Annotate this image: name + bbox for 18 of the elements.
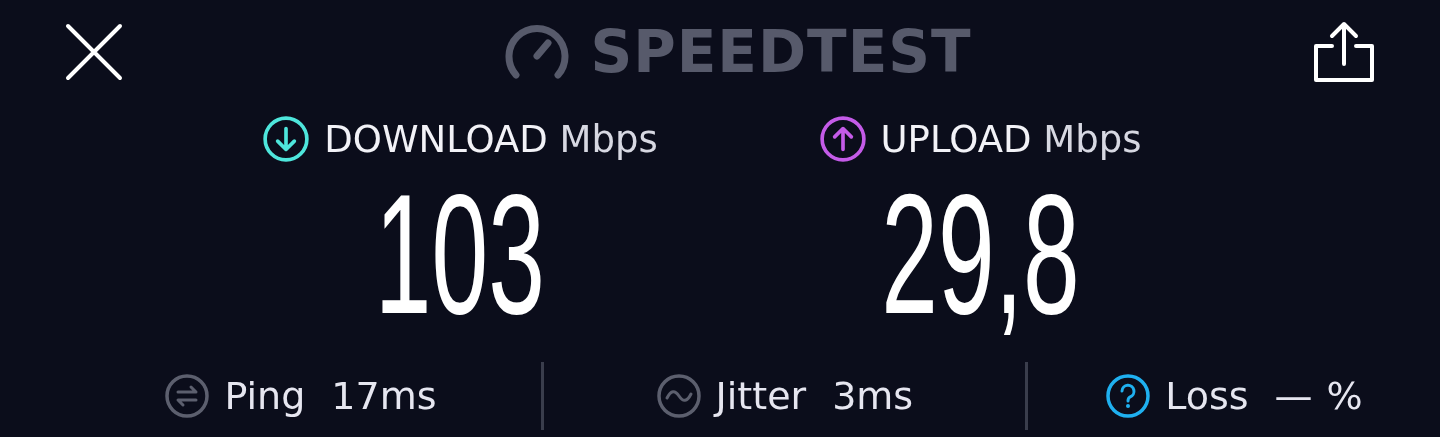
speed-value: 103	[374, 174, 546, 334]
result-label: UPLOAD Mbps	[880, 117, 1142, 161]
result-label: DOWNLOAD Mbps	[324, 117, 658, 161]
speed-value: 29,8	[880, 174, 1080, 334]
wave-icon	[655, 372, 702, 419]
metric-value: 17ms	[331, 373, 437, 418]
help-icon	[1105, 372, 1152, 419]
metric-value: —	[1274, 373, 1313, 418]
metric-value: 3ms	[832, 373, 914, 418]
metric-unit: %	[1326, 373, 1363, 418]
metric-label: Ping	[224, 373, 306, 418]
metric-label: Jitter	[715, 373, 807, 418]
ping-icon	[164, 372, 211, 419]
app-title: SPEEDTEST	[590, 18, 972, 86]
metric-label: Loss	[1165, 373, 1249, 418]
gauge-icon	[504, 23, 571, 81]
share-button[interactable]	[1312, 20, 1376, 84]
close-button[interactable]	[64, 22, 124, 82]
